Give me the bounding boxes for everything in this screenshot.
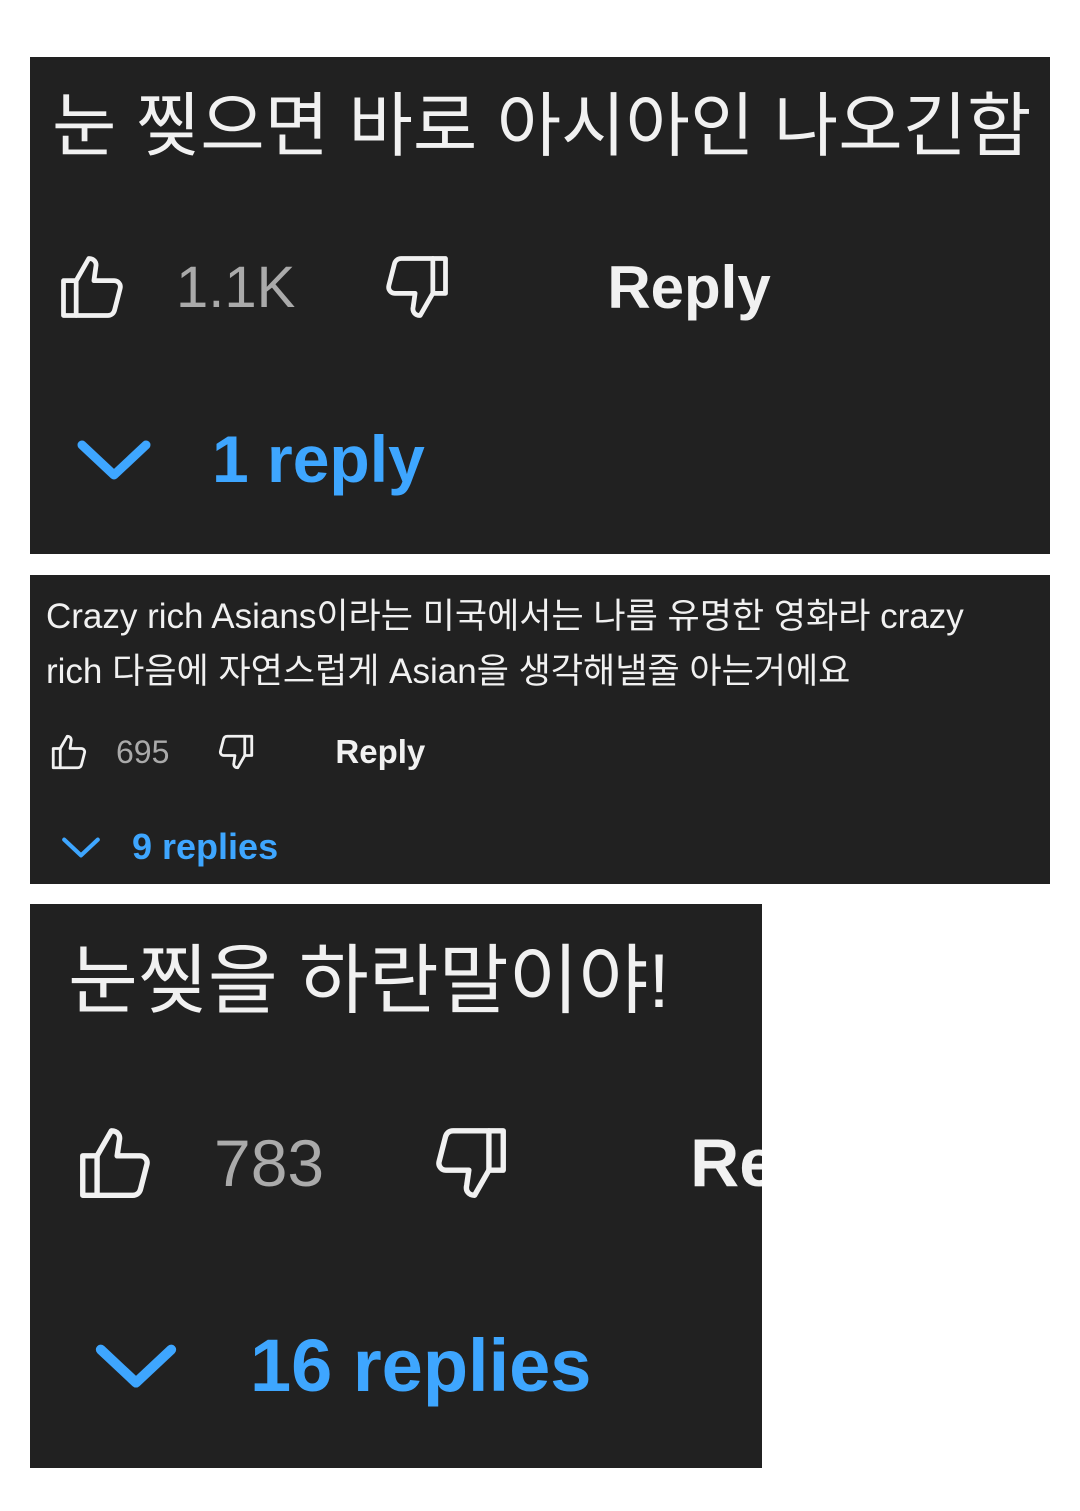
replies-count-label: 9 replies xyxy=(132,826,279,867)
thumbs-down-icon[interactable] xyxy=(379,249,455,325)
reply-button[interactable]: Reply xyxy=(335,733,425,771)
replies-count-label: 16 replies xyxy=(250,1323,592,1407)
like-count: 695 xyxy=(116,733,170,770)
chevron-down-icon xyxy=(92,1338,180,1392)
view-replies-button[interactable]: 16 replies xyxy=(92,1320,591,1410)
comment-card-1: 눈 찢으면 바로 아시아인 나오긴함 1.1K Reply 1 reply xyxy=(30,57,1050,554)
comment-text-line-2: rich 다음에 자연스럽게 Asian을 생각해낼줄 아는거에요 xyxy=(46,652,851,691)
thumbs-up-icon[interactable] xyxy=(48,731,90,773)
chevron-down-icon xyxy=(74,435,154,483)
view-replies-button[interactable]: 1 reply xyxy=(74,419,425,499)
replies-count-label: 1 reply xyxy=(212,422,425,496)
view-replies-button[interactable]: 9 replies xyxy=(60,825,278,869)
reply-button[interactable]: Reply xyxy=(607,253,770,322)
thumbs-down-icon[interactable] xyxy=(215,731,257,773)
comment-text: Crazy rich Asians이라는 미국에서는 나름 유명한 영화라 cr… xyxy=(46,589,964,699)
chevron-down-icon xyxy=(60,834,102,860)
like-count: 1.1K xyxy=(176,254,296,320)
comment-text: 눈찢을 하란말이야! xyxy=(68,939,670,1024)
comment-text-line-1: Crazy rich Asians이라는 미국에서는 나름 유명한 영화라 cr… xyxy=(46,597,964,636)
like-count: 783 xyxy=(214,1126,325,1200)
comment-actions: 1.1K Reply xyxy=(54,247,771,327)
comment-card-3: 눈찢을 하란말이야! 783 Reply 16 replies xyxy=(30,904,762,1468)
comment-actions: 695 Reply xyxy=(48,730,425,774)
thumbs-up-icon[interactable] xyxy=(54,249,130,325)
thumbs-up-icon[interactable] xyxy=(72,1120,158,1206)
thumbs-down-icon[interactable] xyxy=(428,1120,514,1206)
comment-actions: 783 Reply xyxy=(72,1118,762,1208)
reply-button[interactable]: Reply xyxy=(690,1124,762,1202)
comment-text: 눈 찢으면 바로 아시아인 나오긴함 xyxy=(52,87,1032,165)
comment-card-2: Crazy rich Asians이라는 미국에서는 나름 유명한 영화라 cr… xyxy=(30,575,1050,884)
